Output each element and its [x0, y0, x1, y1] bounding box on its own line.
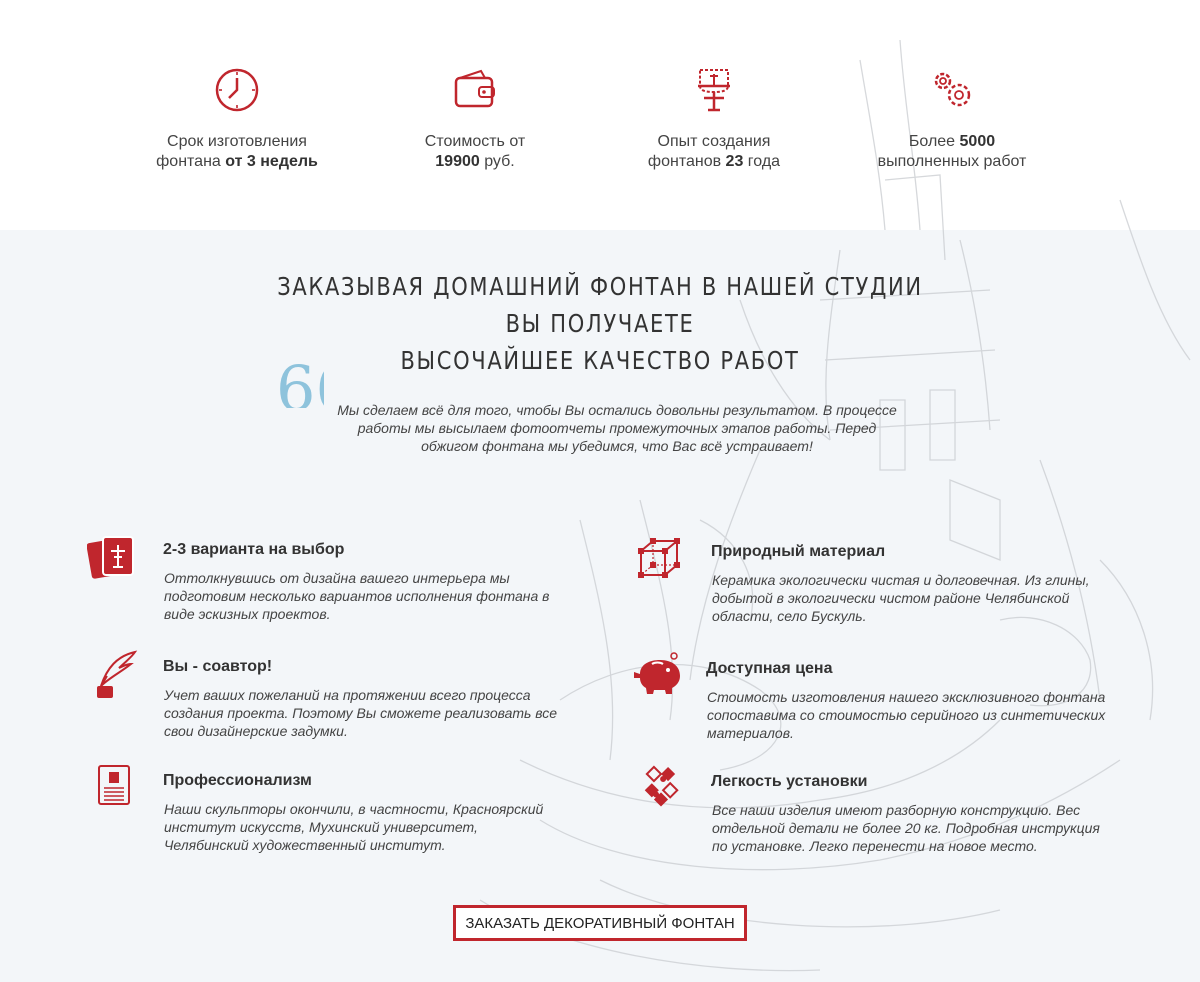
stat-text: фонтанов: [647, 153, 726, 170]
svg-text:66: 66: [276, 364, 324, 408]
stat-text: фонтана: [156, 153, 226, 170]
feature-description: Учет ваших пожеланий на протяжении всего…: [164, 687, 558, 739]
stat-text: Срок изготовления: [167, 133, 307, 150]
wallet-icon: [454, 69, 495, 108]
feature-description: Стоимость изготовления нашего эксклюзивн…: [707, 689, 1106, 741]
cards-icon: [87, 536, 134, 579]
feature-description: Наши скульпторы окончили, в частности, К…: [164, 801, 544, 853]
order-fountain-button[interactable]: ЗАКАЗАТЬ ДЕКОРАТИВНЫЙ ФОНТАН: [453, 905, 747, 941]
feature-description: Керамика экологически чистая и долговечн…: [712, 572, 1090, 624]
stat-text: года: [743, 153, 781, 170]
stat-text: выполненных работ: [877, 153, 1027, 170]
feature-title: Природный материал: [711, 543, 886, 560]
stat-lead-time: Срок изготовления фонтана от 3 недель: [122, 66, 352, 172]
stat-value: 5000: [959, 133, 996, 150]
piggy-bank-icon: [634, 652, 680, 694]
fountain-icon: [698, 69, 730, 112]
heading-line: ВЫСОЧАЙШЕЕ КАЧЕСТВО РАБОТ: [400, 346, 800, 375]
stat-experience: Опыт создания фонтанов 23 года: [599, 66, 829, 172]
stat-text: Стоимость от: [424, 133, 526, 150]
stat-text: Более: [908, 133, 960, 150]
feature-title: Доступная цена: [706, 660, 833, 677]
stat-text: руб.: [479, 153, 515, 170]
feature-title: Профессионализм: [163, 772, 312, 789]
gears-icon: [934, 72, 971, 107]
cube-icon: [638, 538, 680, 578]
feature-description: Все наши изделия имеют разборную констру…: [712, 802, 1100, 854]
stat-value: 23: [725, 153, 744, 170]
stat-text: Опыт создания: [657, 133, 771, 150]
quote-mark-icon: 66: [276, 364, 324, 408]
puzzle-icon: [644, 765, 679, 807]
stat-works: Более 5000 выполненных работ: [837, 66, 1067, 172]
quill-icon: [97, 650, 138, 698]
feature-title: 2-3 варианта на выбор: [163, 541, 345, 558]
stat-value: 19900: [435, 153, 480, 170]
feature-title: Вы - соавтор!: [163, 658, 273, 675]
quote-text: Мы сделаем всё для того, чтобы Вы остали…: [337, 402, 897, 454]
stat-value: от 3 недель: [225, 153, 318, 170]
section-heading: ЗАКАЗЫВАЯ ДОМАШНИЙ ФОНТАН В НАШЕЙ СТУДИИ…: [264, 268, 936, 379]
certificate-icon: [98, 765, 130, 805]
clock-icon: [215, 68, 259, 112]
stat-price: Стоимость от 19900 руб.: [360, 66, 590, 172]
feature-title: Легкость установки: [711, 773, 868, 790]
heading-line: ЗАКАЗЫВАЯ ДОМАШНИЙ ФОНТАН В НАШЕЙ СТУДИИ…: [277, 272, 923, 338]
feature-description: Оттолкнувшись от дизайна вашего интерьер…: [164, 570, 550, 622]
